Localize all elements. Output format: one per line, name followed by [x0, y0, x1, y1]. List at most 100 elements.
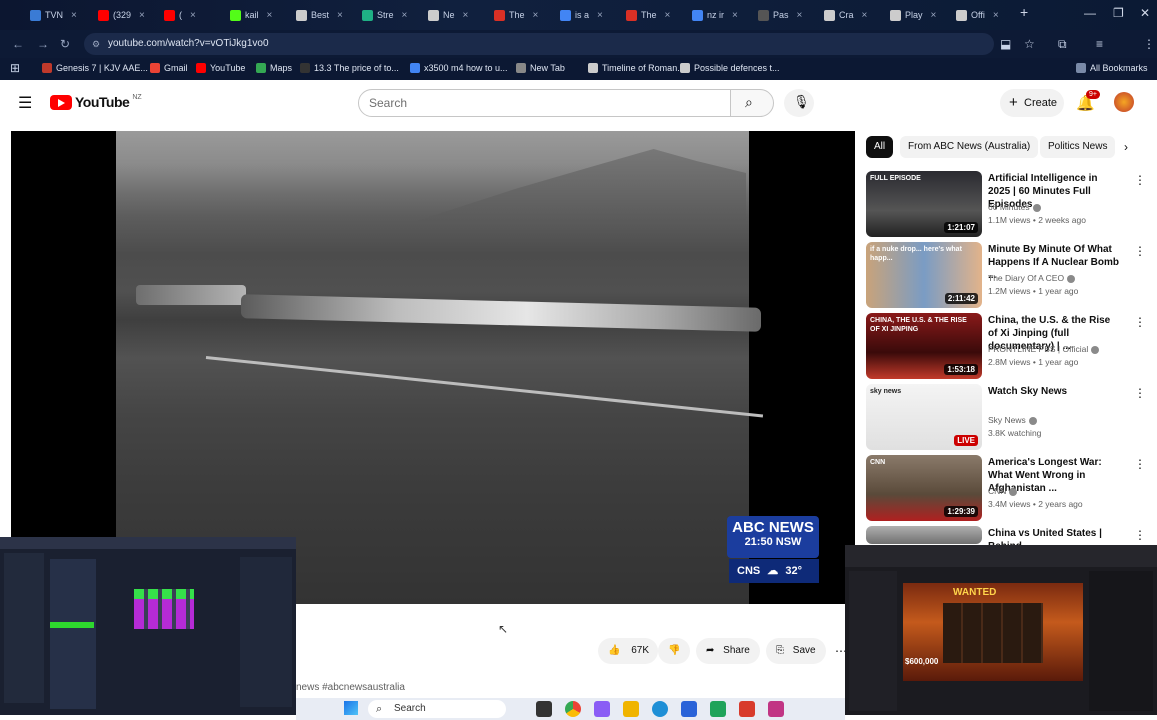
extensions-icon[interactable]: ⧉	[1058, 37, 1067, 52]
recommendation-item[interactable]: China vs United States | Behind⋮	[866, 526, 1156, 552]
browser-tab[interactable]: is a ×	[560, 4, 622, 26]
browser-tab[interactable]: The ×	[494, 4, 556, 26]
bookmark-item[interactable]: x3500 m4 how to u...	[410, 63, 508, 73]
more-options-icon[interactable]: ⋮	[1134, 386, 1146, 400]
install-icon[interactable]: ⬓	[1000, 37, 1011, 51]
all-bookmarks[interactable]: All Bookmarks	[1076, 63, 1148, 73]
recommendation-item[interactable]: CNN 1:29:39 America's Longest War: What We…	[866, 455, 1156, 521]
video-title[interactable]: Watch Sky News	[988, 385, 1120, 398]
windows-start-icon[interactable]	[344, 701, 358, 715]
channel-name[interactable]: CNN	[988, 486, 1018, 496]
video-player[interactable]: ABC NEWS 21:50 NSW CNS ☁ 32°	[11, 131, 855, 604]
tab-close-icon[interactable]: ×	[797, 10, 803, 21]
save-button[interactable]: ⎘ Save	[766, 638, 826, 664]
taskbar-app-icon[interactable]	[768, 701, 784, 717]
tab-close-icon[interactable]: ×	[190, 10, 196, 21]
bookmark-item[interactable]: New Tab	[516, 63, 565, 73]
file-explorer-icon[interactable]	[623, 701, 639, 717]
youtube-logo[interactable]: YouTube NZ	[50, 94, 142, 110]
back-icon[interactable]: ←	[12, 37, 24, 51]
voice-search-button[interactable]: 🎙	[784, 89, 814, 117]
tab-close-icon[interactable]: ×	[993, 10, 999, 21]
browser-tab[interactable]: TVN ×	[30, 4, 92, 26]
channel-name[interactable]: FRONTLINE PBS | Official	[988, 344, 1100, 354]
forward-icon[interactable]: →	[37, 37, 49, 51]
minimize-icon[interactable]: —	[1084, 6, 1096, 20]
bookmark-item[interactable]: Gmail	[150, 63, 188, 73]
more-options-icon[interactable]: ⋮	[1134, 244, 1146, 258]
more-options-icon[interactable]: ⋮	[1134, 173, 1146, 187]
bookmark-item[interactable]: Genesis 7 | KJV AAE...	[42, 63, 148, 73]
chevron-right-icon[interactable]: ›	[1124, 140, 1128, 154]
channel-name[interactable]: 60 Minutes	[988, 202, 1041, 212]
notifications-button[interactable]: 🔔 9+	[1076, 90, 1100, 113]
bookmark-item[interactable]: 13.3 The price of to...	[300, 63, 399, 73]
browser-tab[interactable]: Pas ×	[758, 4, 820, 26]
taskbar-app-icon[interactable]	[710, 701, 726, 717]
tab-close-icon[interactable]: ×	[402, 10, 408, 21]
edge-icon[interactable]	[652, 701, 668, 717]
share-button[interactable]: ➦ Share	[696, 638, 760, 664]
filter-chip[interactable]: From ABC News (Australia)	[900, 136, 1039, 158]
bookmark-item[interactable]: YouTube	[196, 63, 245, 73]
more-options-icon[interactable]: ⋮	[1134, 457, 1146, 471]
restore-icon[interactable]: ❐	[1113, 6, 1124, 20]
taskbar-app-icon[interactable]	[681, 701, 697, 717]
tab-close-icon[interactable]: ×	[732, 10, 738, 21]
tab-close-icon[interactable]: ×	[337, 10, 343, 21]
tab-close-icon[interactable]: ×	[665, 10, 671, 21]
tab-close-icon[interactable]: ×	[862, 10, 868, 21]
browser-tab[interactable]: Stre ×	[362, 4, 424, 26]
like-button[interactable]: 👍 67K	[598, 638, 658, 664]
browser-tab[interactable]: Play ×	[890, 4, 952, 26]
tab-close-icon[interactable]: ×	[463, 10, 469, 21]
more-options-icon[interactable]: ⋮	[1134, 528, 1146, 542]
taskbar-app-icon[interactable]	[536, 701, 552, 717]
site-info-icon[interactable]: ⚙	[92, 33, 100, 55]
browser-tab[interactable]: (×	[164, 4, 226, 26]
recommendation-item[interactable]: if a nuke drop... here's what happ... 2:1…	[866, 242, 1156, 308]
video-thumbnail[interactable]: CNN 1:29:39	[866, 455, 982, 521]
taskbar-search[interactable]: ⌕ Search	[368, 700, 506, 718]
url-field[interactable]: ⚙ youtube.com/watch?v=vOTiJkg1vo0	[84, 33, 994, 55]
video-thumbnail[interactable]: if a nuke drop... here's what happ... 2:1…	[866, 242, 982, 308]
recommendation-item[interactable]: CHINA, THE U.S. & THE RISE OF XI JINPING…	[866, 313, 1156, 379]
tab-close-icon[interactable]: ×	[71, 10, 77, 21]
browser-tab[interactable]: Offi ×	[956, 4, 1018, 26]
reload-icon[interactable]: ↻	[60, 37, 70, 51]
browser-menu-icon[interactable]: ⋮	[1143, 37, 1155, 51]
filter-chip[interactable]: All	[866, 136, 894, 158]
dislike-button[interactable]: 👎	[658, 638, 690, 664]
taskbar-app-icon[interactable]	[594, 701, 610, 717]
search-button[interactable]: ⌕	[730, 89, 774, 117]
new-tab-icon[interactable]: +	[1020, 4, 1028, 20]
bookmark-item[interactable]: Possible defences t...	[680, 63, 780, 73]
tab-close-icon[interactable]: ×	[267, 10, 273, 21]
browser-tab[interactable]: Ne ×	[428, 4, 490, 26]
taskbar-app-icon[interactable]	[739, 701, 755, 717]
browser-tab[interactable]: The ×	[626, 4, 688, 26]
video-thumbnail[interactable]: CHINA, THE U.S. & THE RISE OF XI JINPING…	[866, 313, 982, 379]
bookmark-item[interactable]: Timeline of Roman...	[588, 63, 685, 73]
tab-close-icon[interactable]: ×	[597, 10, 603, 21]
more-options-icon[interactable]: ⋮	[1134, 315, 1146, 329]
apps-grid-icon[interactable]: ⊞	[10, 61, 20, 75]
browser-tab[interactable]: nz ir ×	[692, 4, 754, 26]
close-window-icon[interactable]: ✕	[1140, 6, 1150, 20]
tab-close-icon[interactable]: ×	[931, 10, 937, 21]
recommendation-item[interactable]: sky news LIVE Watch Sky News Sky News 3.8K w…	[866, 384, 1156, 450]
create-button[interactable]: + Create	[1000, 89, 1064, 117]
bookmark-item[interactable]: Maps	[256, 63, 292, 73]
channel-name[interactable]: Sky News	[988, 415, 1037, 425]
search-input[interactable]: Search	[358, 89, 731, 117]
browser-tab[interactable]: Best ×	[296, 4, 358, 26]
filter-chip[interactable]: Politics News	[1040, 136, 1116, 158]
video-thumbnail[interactable]	[866, 526, 982, 544]
chrome-icon[interactable]	[565, 701, 581, 717]
browser-tab[interactable]: (329 ×	[98, 4, 160, 26]
video-thumbnail[interactable]: FULL EPISODE 1:21:07	[866, 171, 982, 237]
hamburger-menu-icon[interactable]: ☰	[18, 93, 32, 113]
tab-close-icon[interactable]: ×	[139, 10, 145, 21]
bookmark-star-icon[interactable]: ☆	[1024, 37, 1035, 51]
account-avatar[interactable]	[1114, 92, 1134, 112]
